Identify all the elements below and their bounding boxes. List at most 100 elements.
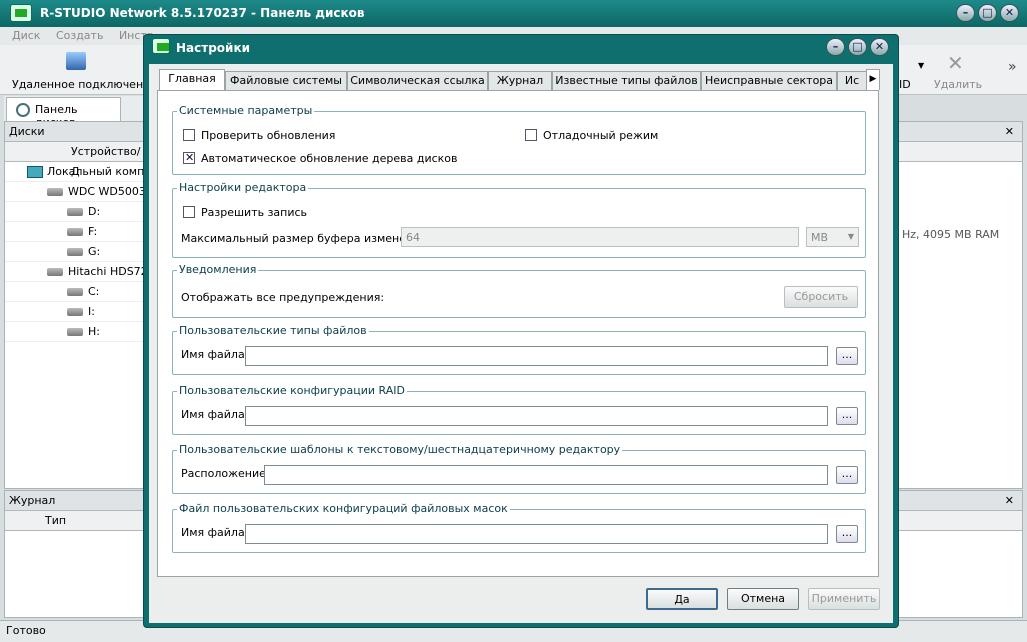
tree-row-label: WDC WD5003A (68, 185, 146, 198)
cancel-button[interactable]: Отмена (727, 588, 799, 610)
minimize-icon[interactable]: – (956, 4, 975, 22)
disks-panel-right: ✕ Hz, 4095 MB RAM (897, 121, 1023, 489)
tree-row-label: Локальный компь (47, 165, 146, 178)
tab-bad-sectors[interactable]: Неисправные сектора (701, 71, 837, 90)
tab-disk-panel[interactable]: Панель дисков (6, 97, 121, 129)
buffer-size-input[interactable]: 64 (401, 227, 799, 247)
tree-row[interactable]: Hitachi HDS721 (5, 262, 146, 282)
buffer-size-label: Максимальный размер буфера изменений: (181, 232, 432, 245)
allow-write-checkbox[interactable] (183, 206, 195, 218)
tree-row-label: H: (88, 325, 100, 338)
delete-button[interactable]: ✕ Удалить (930, 47, 982, 93)
remote-computer-icon (66, 52, 86, 70)
dialog-minimize-icon[interactable]: – (826, 38, 845, 56)
journal-title: Журнал (9, 494, 56, 507)
dialog-titlebar: Настройки – □ ✕ (144, 35, 898, 59)
user-masks-browse-button[interactable]: ... (836, 525, 858, 543)
group-notifications: Уведомления Отображать все предупреждени… (172, 263, 866, 318)
group-user-templates-title: Пользовательские шаблоны к текстовому/ше… (177, 443, 623, 456)
partition-icon (67, 308, 83, 316)
menu-disk[interactable]: Диск (12, 29, 40, 42)
dialog-maximize-icon[interactable]: □ (848, 38, 867, 56)
disks-panel-header: Диски (5, 122, 146, 142)
tab-symlink[interactable]: Символическая ссылка (347, 71, 488, 90)
close-icon[interactable]: ✕ (1000, 4, 1019, 22)
tab-filesystems[interactable]: Файловые системы (225, 71, 347, 90)
tab-known-file-types[interactable]: Известные типы файлов (552, 71, 701, 90)
journal-close-icon[interactable]: ✕ (1005, 491, 1014, 511)
tree-row[interactable]: D: (5, 202, 146, 222)
group-editor-settings: Настройки редактора Разрешить запись Мак… (172, 181, 866, 258)
tree-row[interactable]: I: (5, 302, 146, 322)
user-file-types-label: Имя файла: (181, 348, 249, 361)
partition-icon (67, 228, 83, 236)
buffer-unit-value: MB (811, 231, 829, 244)
tree-row[interactable]: G: (5, 242, 146, 262)
user-raid-browse-button[interactable]: ... (836, 407, 858, 425)
user-file-types-browse-button[interactable]: ... (836, 347, 858, 365)
user-masks-label: Имя файла: (181, 526, 249, 539)
tab-more[interactable]: Ис (837, 71, 867, 90)
dialog-close-icon[interactable]: ✕ (870, 38, 889, 56)
partition-icon (67, 328, 83, 336)
partition-icon (67, 248, 83, 256)
auto-refresh-label: Автоматическое обновление дерева дисков (201, 152, 458, 165)
tab-scroll-right-icon[interactable]: ▶ (866, 69, 880, 90)
settings-dialog: Настройки – □ ✕ Главная Файловые системы… (143, 34, 899, 628)
user-raid-label: Имя файла: (181, 408, 249, 421)
computer-info: Hz, 4095 MB RAM (902, 228, 1000, 241)
tree-row-label: D: (88, 205, 101, 218)
check-updates-label: Проверить обновления (201, 129, 336, 142)
status-text: Готово (6, 624, 46, 637)
disks-panel-close-icon[interactable]: ✕ (898, 122, 1022, 142)
computer-icon (27, 166, 43, 178)
group-user-raid-title: Пользовательские конфигурации RAID (177, 384, 407, 397)
main-window-title: R-STUDIO Network 8.5.170237 - Панель дис… (40, 6, 365, 20)
delete-label: Удалить (934, 78, 983, 91)
toolbar-more-icon[interactable]: » (1008, 59, 1017, 75)
tree-row-label: G: (88, 245, 101, 258)
tab-journal[interactable]: Журнал (488, 71, 552, 90)
user-raid-input[interactable] (245, 406, 828, 426)
partition-icon (67, 288, 83, 296)
dialog-title: Настройки (176, 41, 251, 55)
apply-button[interactable]: Применить (808, 588, 880, 610)
disks-panel: Диски Устройство/Д Локальный компь WDC W… (4, 121, 147, 489)
debug-mode-checkbox[interactable] (525, 129, 537, 141)
maximize-icon[interactable]: □ (978, 4, 997, 22)
disks-panel-title: Диски (9, 125, 45, 138)
tree-row[interactable]: WDC WD5003A (5, 182, 146, 202)
allow-write-label: Разрешить запись (201, 206, 308, 219)
main-titlebar: R-STUDIO Network 8.5.170237 - Панель дис… (0, 0, 1027, 27)
tree-row[interactable]: C: (5, 282, 146, 302)
buffer-unit-select[interactable]: MB ▼ (806, 227, 859, 247)
remote-connect-button[interactable]: Удаленное подключение (8, 47, 157, 93)
user-templates-input[interactable] (264, 465, 828, 485)
chevron-down-icon: ▼ (847, 232, 854, 241)
tab-main[interactable]: Главная (159, 69, 225, 90)
group-user-masks-title: Файл пользовательских конфигураций файло… (177, 502, 510, 515)
group-system-title: Системные параметры (177, 104, 315, 117)
group-user-file-types: Пользовательские типы файлов Имя файла: … (172, 324, 866, 375)
group-user-file-types-title: Пользовательские типы файлов (177, 324, 369, 337)
group-user-templates: Пользовательские шаблоны к текстовому/ше… (172, 443, 866, 494)
menu-create[interactable]: Создать (56, 29, 104, 42)
reset-button[interactable]: Сбросить (784, 286, 858, 308)
dialog-app-icon (152, 38, 170, 54)
tree-row[interactable]: Локальный компь (5, 162, 146, 182)
user-templates-browse-button[interactable]: ... (836, 466, 858, 484)
column-header (898, 142, 1022, 162)
user-templates-label: Расположение: (181, 467, 270, 480)
group-user-raid: Пользовательские конфигурации RAID Имя ф… (172, 384, 866, 435)
user-masks-input[interactable] (245, 524, 828, 544)
tree-row-label: Hitachi HDS721 (68, 265, 146, 278)
tree-row[interactable]: F: (5, 222, 146, 242)
remote-connect-label: Удаленное подключение (12, 78, 158, 91)
auto-refresh-checkbox[interactable] (183, 151, 195, 164)
tree-row[interactable]: H: (5, 322, 146, 342)
ok-button[interactable]: Да (646, 588, 718, 610)
device-column-header[interactable]: Устройство/Д (5, 142, 146, 178)
chevron-down-icon[interactable]: ▼ (918, 61, 924, 70)
check-updates-checkbox[interactable] (183, 129, 195, 141)
user-file-types-input[interactable] (245, 346, 828, 366)
